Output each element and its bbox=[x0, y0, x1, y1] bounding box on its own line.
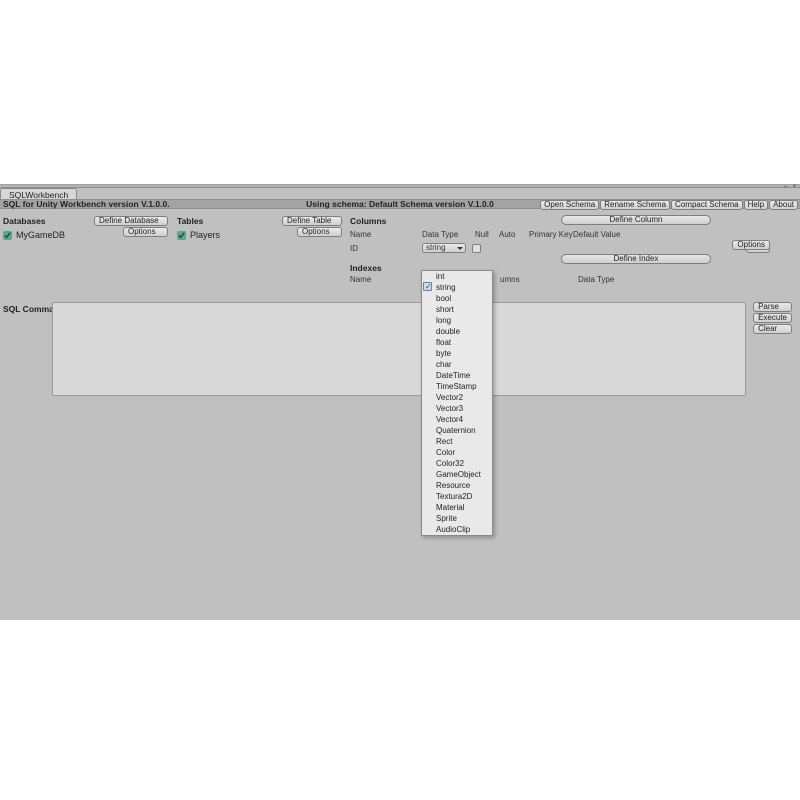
define-table-button[interactable]: Define Table bbox=[282, 216, 342, 226]
header-bar: SQL for Unity Workbench version V.1.0.0.… bbox=[0, 199, 800, 209]
datatype-option-label: char bbox=[436, 360, 452, 369]
datatype-option-label: GameObject bbox=[436, 470, 481, 479]
datatype-option-label: DateTime bbox=[436, 371, 470, 380]
datatype-option-label: Color bbox=[436, 448, 455, 457]
datatype-option[interactable]: Color32 bbox=[422, 458, 492, 469]
tab-sqlworkbench[interactable]: SQLWorkbench bbox=[0, 188, 77, 199]
app-window: – × SQLWorkbench SQL for Unity Workbench… bbox=[0, 184, 800, 620]
datatype-option[interactable]: Material bbox=[422, 502, 492, 513]
indexes-label: Indexes bbox=[350, 263, 770, 273]
databases-panel: Databases Define Database Options MyGame… bbox=[3, 216, 168, 240]
database-checkbox[interactable] bbox=[3, 231, 12, 240]
datatype-option-label: Textura2D bbox=[436, 492, 472, 501]
col-hdr-null: Null bbox=[475, 230, 499, 239]
window-titlebar: – × bbox=[0, 184, 800, 188]
about-button[interactable]: About bbox=[769, 200, 798, 210]
datatype-option[interactable]: double bbox=[422, 326, 492, 337]
datatype-option[interactable]: bool bbox=[422, 293, 492, 304]
datatype-option[interactable]: Color bbox=[422, 447, 492, 458]
datatype-option[interactable]: Quaternion bbox=[422, 425, 492, 436]
column-datatype-select[interactable]: string bbox=[422, 243, 466, 253]
tables-panel: Tables Define Table Options Players bbox=[177, 216, 342, 240]
define-index-button[interactable]: Define Index bbox=[561, 254, 711, 264]
datatype-option-label: Sprite bbox=[436, 514, 457, 523]
datatype-option-label: Vector2 bbox=[436, 393, 463, 402]
datatype-option-label: short bbox=[436, 305, 454, 314]
datatype-option-label: int bbox=[436, 272, 444, 281]
compact-schema-button[interactable]: Compact Schema bbox=[671, 200, 743, 210]
datatype-option[interactable]: byte bbox=[422, 348, 492, 359]
check-icon bbox=[423, 282, 432, 291]
execute-button[interactable]: Execute bbox=[753, 313, 792, 323]
column-null-checkbox[interactable] bbox=[472, 244, 481, 253]
datatype-option-label: Color32 bbox=[436, 459, 464, 468]
datatype-option-label: Material bbox=[436, 503, 464, 512]
datatype-option[interactable]: long bbox=[422, 315, 492, 326]
datatype-option[interactable]: Vector2 bbox=[422, 392, 492, 403]
sql-command-input[interactable] bbox=[52, 302, 746, 396]
datatype-option[interactable]: AudioClip bbox=[422, 524, 492, 535]
datatype-option-label: Rect bbox=[436, 437, 452, 446]
datatype-option[interactable]: Resource bbox=[422, 480, 492, 491]
datatype-option[interactable]: float bbox=[422, 337, 492, 348]
datatype-option-label: Resource bbox=[436, 481, 470, 490]
datatype-option[interactable]: Rect bbox=[422, 436, 492, 447]
columns-panel: Columns Define Column Name Data Type Nul… bbox=[350, 216, 770, 284]
datatype-option[interactable]: Textura2D bbox=[422, 491, 492, 502]
col-hdr-datatype: Data Type bbox=[422, 230, 475, 239]
datatype-option-label: float bbox=[436, 338, 451, 347]
table-checkbox[interactable] bbox=[177, 231, 186, 240]
col-hdr-default: Default Value bbox=[573, 230, 620, 239]
datatype-option[interactable]: char bbox=[422, 359, 492, 370]
open-schema-button[interactable]: Open Schema bbox=[540, 200, 599, 210]
column-options-button[interactable]: Options bbox=[732, 240, 770, 250]
databases-options-button[interactable]: Options bbox=[123, 227, 168, 237]
database-name: MyGameDB bbox=[16, 230, 65, 240]
datatype-option[interactable]: TimeStamp bbox=[422, 381, 492, 392]
datatype-option[interactable]: string bbox=[422, 282, 492, 293]
col-hdr-auto: Auto bbox=[499, 230, 529, 239]
close-icon[interactable]: × bbox=[791, 185, 798, 190]
datatype-option-label: long bbox=[436, 316, 451, 325]
col-hdr-primary: Primary Key bbox=[529, 230, 573, 239]
content: Databases Define Database Options MyGame… bbox=[0, 210, 800, 620]
clear-button[interactable]: Clear bbox=[753, 324, 792, 334]
datatype-option-label: bool bbox=[436, 294, 451, 303]
datatype-option-label: TimeStamp bbox=[436, 382, 477, 391]
rename-schema-button[interactable]: Rename Schema bbox=[600, 200, 670, 210]
datatype-option[interactable]: Sprite bbox=[422, 513, 492, 524]
idx-hdr-datatype: Data Type bbox=[578, 275, 614, 284]
help-button[interactable]: Help bbox=[744, 200, 768, 210]
minimize-icon[interactable]: – bbox=[782, 185, 789, 190]
datatype-option[interactable]: Vector4 bbox=[422, 414, 492, 425]
datatype-option-label: double bbox=[436, 327, 460, 336]
column-row-name: ID bbox=[350, 244, 422, 253]
define-column-button[interactable]: Define Column bbox=[561, 215, 711, 225]
datatype-option[interactable]: short bbox=[422, 304, 492, 315]
col-hdr-name: Name bbox=[350, 230, 422, 239]
datatype-option[interactable]: DateTime bbox=[422, 370, 492, 381]
datatype-option[interactable]: GameObject bbox=[422, 469, 492, 480]
datatype-option-label: byte bbox=[436, 349, 451, 358]
tables-options-button[interactable]: Options bbox=[297, 227, 342, 237]
parse-button[interactable]: Parse bbox=[753, 302, 792, 312]
datatype-option-label: Quaternion bbox=[436, 426, 476, 435]
datatype-option-label: Vector3 bbox=[436, 404, 463, 413]
datatype-option-label: AudioClip bbox=[436, 525, 470, 534]
table-name: Players bbox=[190, 230, 220, 240]
datatype-dropdown[interactable]: int string bool short long double float byte cha… bbox=[421, 270, 493, 536]
datatype-option[interactable]: int bbox=[422, 271, 492, 282]
datatype-option[interactable]: Vector3 bbox=[422, 403, 492, 414]
idx-hdr-columns: umns bbox=[500, 275, 578, 284]
define-database-button[interactable]: Define Database bbox=[94, 216, 168, 226]
datatype-option-label: string bbox=[436, 283, 456, 292]
datatype-option-label: Vector4 bbox=[436, 415, 463, 424]
tab-row: SQLWorkbench bbox=[0, 188, 77, 199]
